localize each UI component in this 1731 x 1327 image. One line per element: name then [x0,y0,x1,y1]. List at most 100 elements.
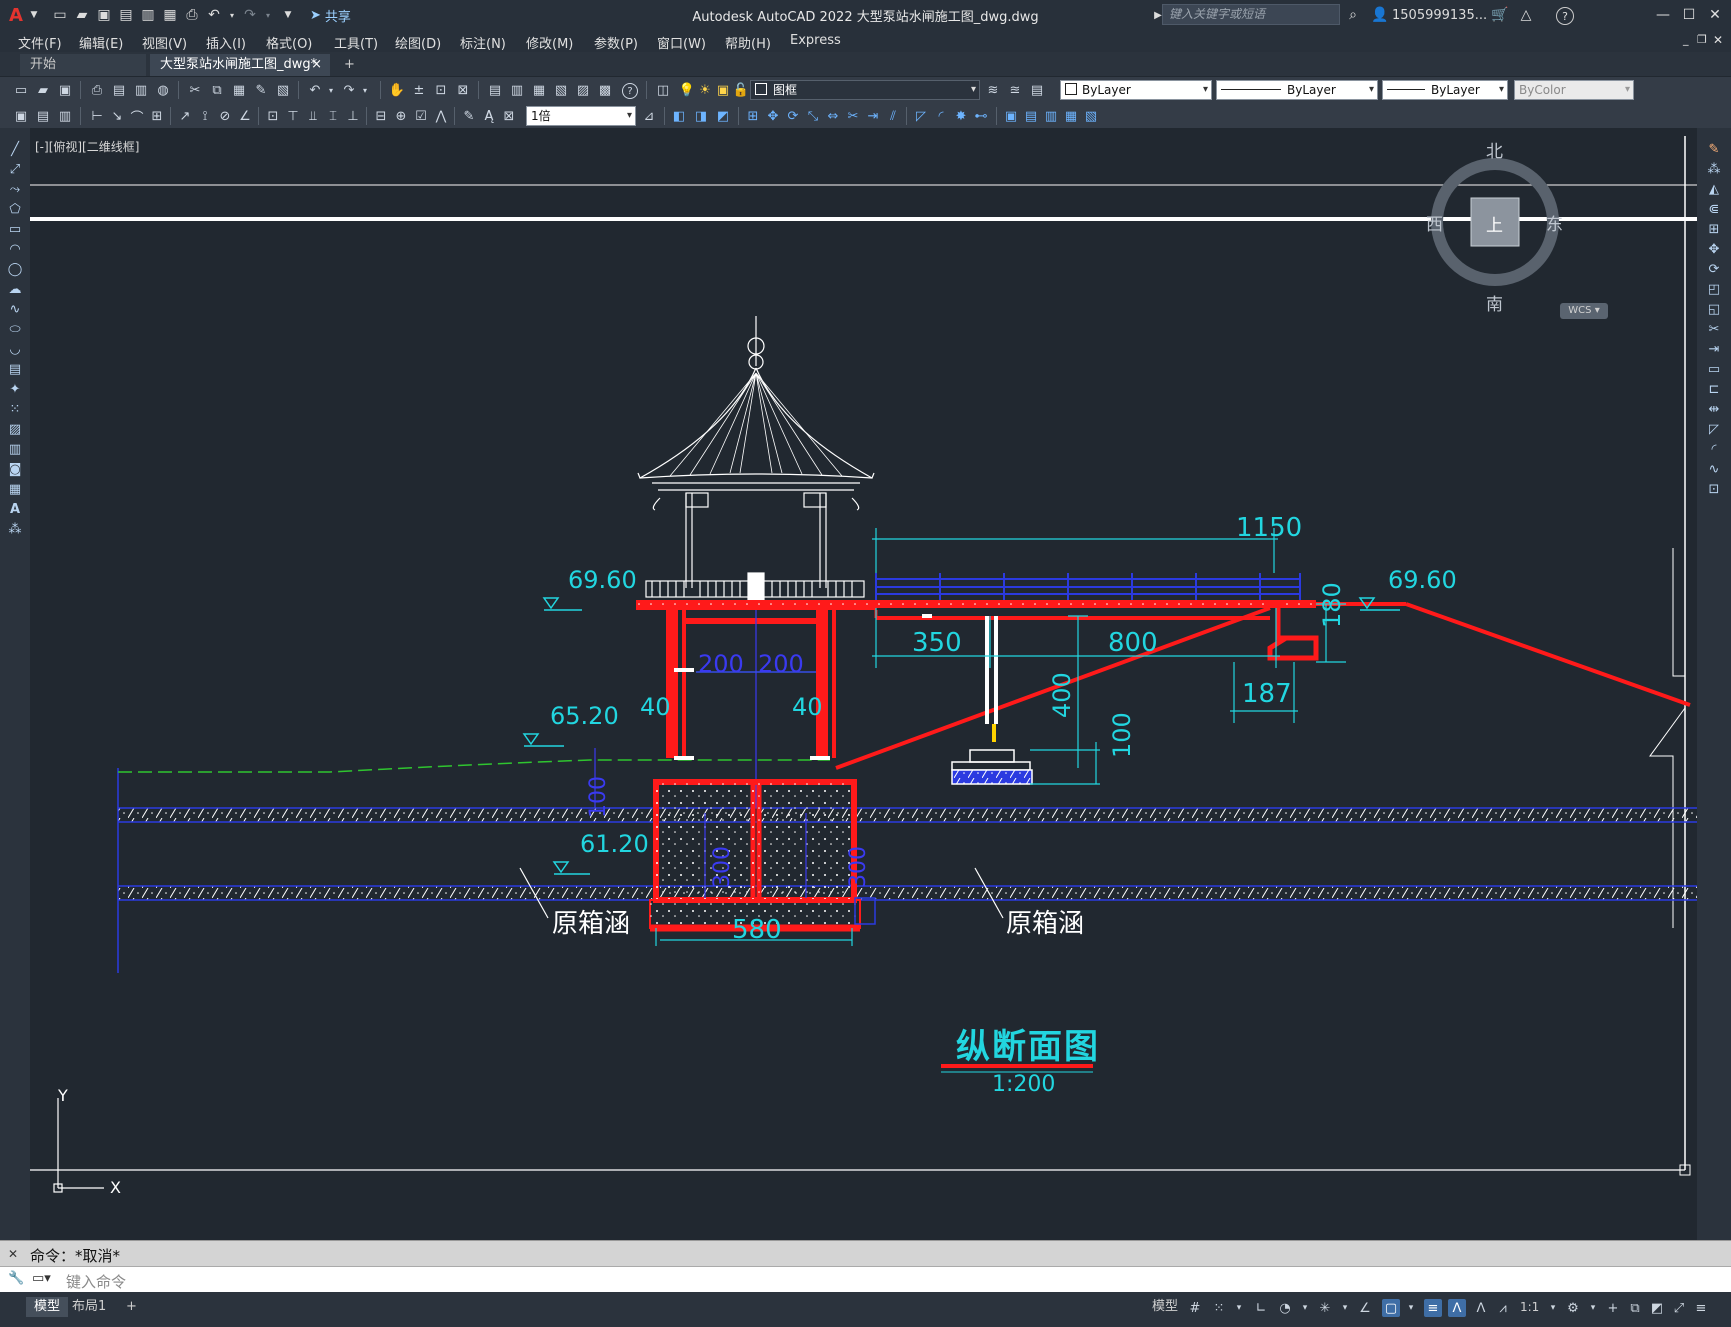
rectangle-icon[interactable]: ▭ [5,220,25,238]
tool-c-icon[interactable]: ▥ [56,107,74,125]
layer-previous-icon[interactable]: ≊ [1006,81,1024,99]
plot-icon[interactable]: ⎙ [88,81,106,99]
markup-icon[interactable]: ▨ [574,81,592,99]
hardware-acceleration-icon[interactable]: ◩ [1648,1299,1666,1317]
isodraft-dropdown-icon[interactable]: ▾ [1336,1299,1354,1317]
menu-parametric[interactable]: 参数(P) [594,33,638,52]
array-icon[interactable]: ⊞ [1704,220,1724,238]
polar-dropdown-icon[interactable]: ▾ [1296,1299,1314,1317]
annotation-scale-icon[interactable]: ⩘ [1494,1299,1512,1317]
annotation-monitor-icon[interactable]: + [1604,1299,1622,1317]
jogged-dim-icon[interactable]: ⟟ [196,107,214,125]
layer-viewport-icon[interactable]: ▣ [714,81,732,99]
layer-dropdown[interactable]: 图框 ▾ [750,80,980,100]
offset-icon[interactable]: ⋐ [1704,200,1724,218]
circle-icon[interactable]: ◯ [5,260,25,278]
menu-tools[interactable]: 工具(T) [334,33,378,52]
new-file-icon[interactable]: ▭ [50,5,70,25]
arc-icon[interactable]: ◠ [5,240,25,258]
tab-drawing[interactable]: 大型泵站水闸施工图_dwg* × [150,54,330,76]
save-icon[interactable]: ▣ [94,5,114,25]
block-editor-icon[interactable]: ▧ [274,81,292,99]
help-search-input[interactable]: 键入关键字或短语 [1162,4,1340,25]
diameter-dim-icon[interactable]: ⊘ [216,107,234,125]
new-tab-button[interactable]: + [338,54,361,76]
redo-dropdown-icon[interactable]: ▾ [258,5,278,25]
close-window-icon[interactable]: ✕ [1698,3,1731,27]
undo-icon[interactable]: ↶ [204,5,224,25]
copy-icon[interactable]: ⁂ [1704,160,1724,178]
sheet-set-icon[interactable]: ▧ [552,81,570,99]
layer-on-icon[interactable]: 💡 [678,81,696,99]
ordinate-dim-icon[interactable]: ⊞ [148,107,166,125]
menu-draw[interactable]: 绘图(D) [395,33,441,52]
layer-state-icon[interactable]: ▤ [1028,81,1046,99]
ole-icon[interactable]: ▧ [1082,107,1100,125]
mirror-icon[interactable]: ◨ [692,107,710,125]
command-input[interactable]: 键入命令 [66,1271,126,1292]
share-button[interactable]: ➤ 共享 [310,5,351,25]
menu-dimension[interactable]: 标注(N) [460,33,506,52]
zoom-realtime-icon[interactable]: ± [410,81,428,99]
match-properties-icon[interactable]: ✎ [252,81,270,99]
qnew-icon[interactable]: ▭ [12,81,30,99]
continue-dim-icon[interactable]: ⫫ [304,107,322,125]
clean-screen-icon[interactable]: ⤢ [1670,1299,1688,1317]
extend-icon[interactable]: ⇥ [864,107,882,125]
insert-block-icon[interactable]: ▣ [1002,107,1020,125]
cart-icon[interactable]: 🛒 [1490,5,1510,25]
rotate-icon[interactable]: ⟳ [784,107,802,125]
tolerance-icon[interactable]: ⊟ [372,107,390,125]
tool-b-icon[interactable]: ▤ [34,107,52,125]
aligned-dim-icon[interactable]: ↘ [108,107,126,125]
annotation-visibility-icon[interactable]: ꓥ [1448,1299,1466,1317]
trim-icon[interactable]: ✂ [1704,320,1724,338]
isodraft-icon[interactable]: ✳ [1316,1299,1334,1317]
pan-icon[interactable]: ✋ [388,81,406,99]
undo-dropdown-icon[interactable]: ▾ [322,81,340,99]
viewcube-top-face[interactable]: 上 [1486,211,1503,236]
layer-thaw-icon[interactable]: ☀ [696,81,714,99]
help-icon[interactable]: ? [1556,7,1574,25]
compass-west[interactable]: 西 [1426,210,1443,235]
spline-icon[interactable]: ∿ [5,300,25,318]
center-mark-icon[interactable]: ⊕ [392,107,410,125]
snap-dropdown-icon[interactable]: ▾ [1230,1299,1248,1317]
baseline-dim-icon[interactable]: ⊤ [284,107,302,125]
polygon-icon[interactable]: ⬠ [5,200,25,218]
trim-icon[interactable]: ✂ [844,107,862,125]
explode-icon[interactable]: ✸ [952,107,970,125]
fillet-icon[interactable]: ◜ [1704,440,1724,458]
tab-layout1[interactable]: 布局1 [64,1297,114,1317]
menu-view[interactable]: 视图(V) [142,33,187,52]
tab-model[interactable]: 模型 [26,1297,69,1317]
zoom-previous-icon[interactable]: ⊠ [454,81,472,99]
menu-modify[interactable]: 修改(M) [526,33,573,52]
tab-start[interactable]: 开始 [20,54,146,76]
customization-icon[interactable]: ≡ [1692,1299,1710,1317]
dim-space-icon[interactable]: ⌶ [324,107,342,125]
menu-help[interactable]: 帮助(H) [725,33,771,52]
3d-print-icon[interactable]: ◍ [154,81,172,99]
copy-objects-icon[interactable]: ◧ [670,107,688,125]
polyline-icon[interactable]: ⤳ [5,180,25,198]
doc-restore-icon[interactable]: ❐ [1697,33,1707,46]
add-layout-button[interactable]: + [118,1297,145,1317]
object-snap-icon[interactable]: ▢ [1382,1299,1400,1317]
tool-a-icon[interactable]: ▣ [12,107,30,125]
preview-icon[interactable]: ▤ [110,81,128,99]
break-icon[interactable]: ⫽ [884,107,902,125]
help-icon[interactable]: ? [622,83,638,99]
wrench-icon[interactable]: 🔧 [8,1271,24,1286]
cut-icon[interactable]: ✂ [186,81,204,99]
close-command-icon[interactable]: ✕ [8,1247,18,1261]
search-icon[interactable]: ⌕ [1343,5,1363,25]
inspect-icon[interactable]: ☑ [412,107,430,125]
grid-icon[interactable]: # [1186,1299,1204,1317]
array-icon[interactable]: ⊞ [744,107,762,125]
copy-icon[interactable]: ⧉ [208,81,226,99]
extend-icon[interactable]: ⇥ [1704,340,1724,358]
blend-curves-icon[interactable]: ∿ [1704,460,1724,478]
doc-minimize-icon[interactable]: _ [1683,33,1689,46]
dim-text-edit-icon[interactable]: Ą [480,107,498,125]
